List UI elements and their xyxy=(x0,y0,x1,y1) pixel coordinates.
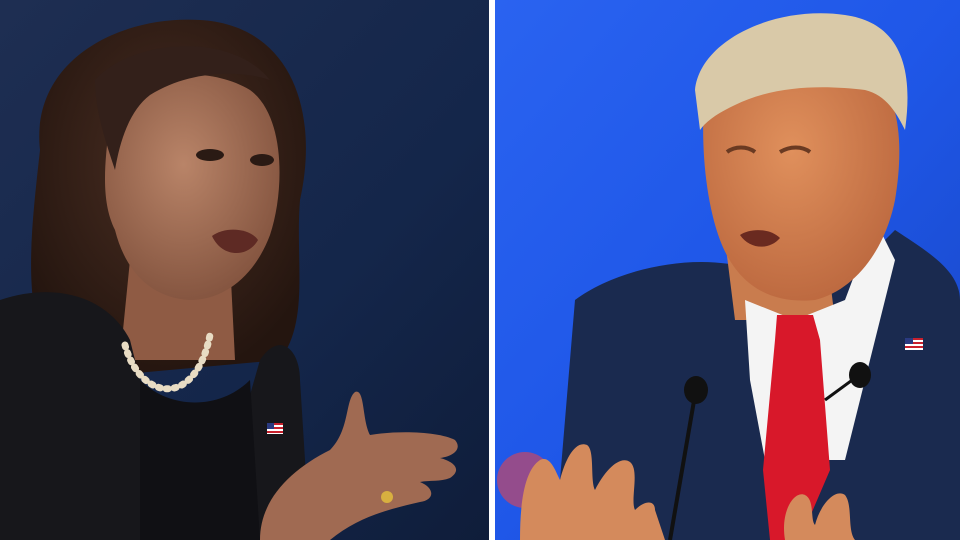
right-photo-panel xyxy=(495,0,960,540)
left-photo xyxy=(0,0,489,540)
eye-right xyxy=(250,154,274,166)
left-photo-panel xyxy=(0,0,489,540)
right-photo xyxy=(495,0,960,540)
american-flag-pin-icon xyxy=(267,423,283,434)
ring xyxy=(381,491,393,503)
eye-left xyxy=(196,149,224,161)
american-flag-pin-icon xyxy=(905,338,923,350)
blouse xyxy=(140,380,260,540)
